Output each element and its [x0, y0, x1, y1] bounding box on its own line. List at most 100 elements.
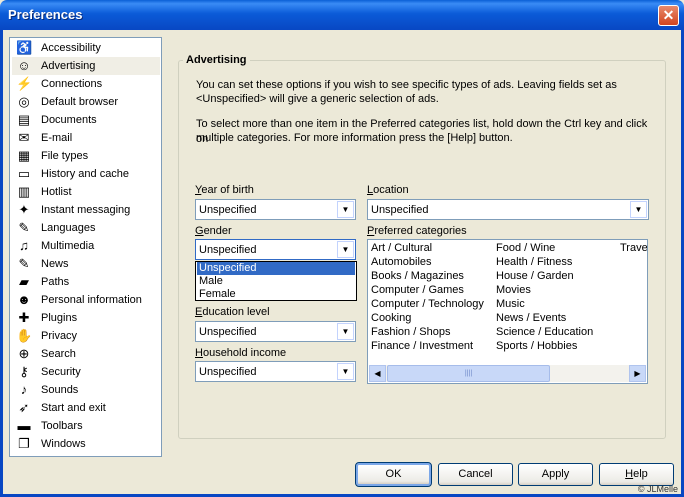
sidebar-item-advertising[interactable]: ☺ Advertising — [12, 57, 160, 75]
sidebar-item-toolbars[interactable]: ▬ Toolbars — [12, 417, 160, 435]
person-icon: ☻ — [17, 292, 31, 307]
sidebar-item-sounds[interactable]: ♪ Sounds — [12, 381, 160, 399]
category-item[interactable]: Art / Cultural — [371, 242, 432, 254]
accessibility-icon: ♿ — [16, 40, 33, 55]
category-item[interactable]: Food / Wine — [496, 242, 555, 254]
sidebar-item-windows[interactable]: ❐ Windows — [12, 435, 160, 453]
category-item[interactable]: Health / Fitness — [496, 256, 572, 268]
year-of-birth-select[interactable]: Unspecified ▼ — [195, 199, 356, 220]
sidebar-item-label: Languages — [41, 222, 96, 234]
sidebar-item-label: Paths — [41, 276, 70, 288]
category-item[interactable]: House / Garden — [496, 270, 574, 282]
sidebar-item-paths[interactable]: ▰ Paths — [12, 273, 160, 291]
documents-icon: ▤ — [17, 112, 31, 127]
messaging-icon: ✦ — [18, 202, 30, 217]
sidebar-item-e-mail[interactable]: ✉ E-mail — [12, 129, 160, 147]
sidebar-item-instant-messaging[interactable]: ✦ Instant messaging — [12, 201, 160, 219]
education-level-value: Unspecified — [199, 326, 257, 338]
chevron-down-icon[interactable]: ▼ — [337, 241, 354, 258]
intro-text-line1: You can set these options if you wish to… — [196, 79, 617, 91]
sidebar-item-label: History and cache — [41, 168, 130, 180]
category-item[interactable]: Fashion / Shops — [371, 326, 451, 338]
location-select[interactable]: Unspecified ▼ — [367, 199, 649, 220]
chevron-down-icon[interactable]: ▼ — [337, 363, 354, 380]
gender-option-female[interactable]: Female — [197, 288, 355, 301]
preferred-categories-list[interactable]: ◀ |||| ▶ Art / Cultural Automobiles Books … — [367, 239, 648, 384]
sidebar-item-label: Windows — [41, 438, 86, 450]
sidebar-item-history-and-cache[interactable]: ▭ History and cache — [12, 165, 160, 183]
sidebar-item-file-types[interactable]: ▦ File types — [12, 147, 160, 165]
year-of-birth-label: Year of birth — [195, 184, 254, 196]
close-button[interactable]: ✕ — [658, 5, 679, 26]
chevron-down-icon[interactable]: ▼ — [337, 201, 354, 218]
category-item[interactable]: Science / Education — [496, 326, 593, 338]
gender-option-unspecified[interactable]: Unspecified — [197, 262, 355, 275]
sidebar-item-label: Documents — [41, 114, 97, 126]
category-item[interactable]: Computer / Technology — [371, 298, 484, 310]
category-item[interactable]: Automobiles — [371, 256, 432, 268]
sidebar-item-languages[interactable]: ✎ Languages — [12, 219, 160, 237]
gender-dropdown-list[interactable]: Unspecified Male Female — [195, 261, 357, 301]
copyright-text: © JLMelle — [637, 484, 678, 494]
toolbars-icon: ▬ — [17, 418, 31, 433]
gender-option-male[interactable]: Male — [197, 275, 355, 288]
cancel-button[interactable]: Cancel — [438, 463, 513, 486]
folder-icon: ▰ — [19, 274, 29, 289]
news-icon: ✎ — [18, 256, 30, 271]
gender-label: Gender — [195, 225, 232, 237]
category-item[interactable]: Sports / Hobbies — [496, 340, 577, 352]
start-exit-icon: ➶ — [18, 400, 30, 415]
category-item[interactable]: News / Events — [496, 312, 566, 324]
sidebar-item-label: Personal information — [41, 294, 142, 306]
sidebar-item-news[interactable]: ✎ News — [12, 255, 160, 273]
horizontal-scrollbar[interactable]: ◀ |||| ▶ — [369, 365, 646, 382]
category-item[interactable]: Trave — [620, 242, 647, 254]
category-item[interactable]: Movies — [496, 284, 531, 296]
household-income-select[interactable]: Unspecified ▼ — [195, 361, 356, 382]
sidebar-item-plugins[interactable]: ✚ Plugins — [12, 309, 160, 327]
gender-select[interactable]: Unspecified ▼ — [195, 239, 356, 260]
sidebar-item-default-browser[interactable]: ◎ Default browser — [12, 93, 160, 111]
sidebar-item-security[interactable]: ⚷ Security — [12, 363, 160, 381]
category-item[interactable]: Cooking — [371, 312, 411, 324]
smiley-icon: ☺ — [17, 58, 31, 73]
sidebar-item-label: E-mail — [41, 132, 73, 144]
key-icon: ⚷ — [19, 364, 29, 379]
apply-button[interactable]: Apply — [518, 463, 593, 486]
windows-icon: ❐ — [18, 436, 30, 451]
category-item[interactable]: Finance / Investment — [371, 340, 473, 352]
education-level-select[interactable]: Unspecified ▼ — [195, 321, 356, 342]
cache-icon: ▭ — [17, 166, 31, 181]
sidebar-item-search[interactable]: ⊕ Search — [12, 345, 160, 363]
group-title: Advertising — [183, 54, 250, 66]
sidebar-item-privacy[interactable]: ✋ Privacy — [12, 327, 160, 345]
sidebar-item-documents[interactable]: ▤ Documents — [12, 111, 160, 129]
window-title: Preferences — [8, 7, 83, 22]
scrollbar-thumb[interactable]: |||| — [387, 365, 550, 382]
help-button[interactable]: Help — [599, 463, 674, 486]
sidebar-item-accessibility[interactable]: ♿ Accessibility — [12, 39, 160, 57]
chevron-down-icon[interactable]: ▼ — [337, 323, 354, 340]
sidebar-item-hotlist[interactable]: ▥ Hotlist — [12, 183, 160, 201]
title-bar[interactable]: Preferences ✕ — [0, 0, 684, 30]
sidebar-item-multimedia[interactable]: ♫ Multimedia — [12, 237, 160, 255]
file-types-icon: ▦ — [17, 148, 31, 163]
ok-button[interactable]: OK — [355, 462, 432, 487]
sidebar-item-label: Plugins — [41, 312, 78, 324]
preferences-sidebar[interactable]: ♿ Accessibility ☺ Advertising ⚡ Connections ◎ D… — [9, 37, 162, 457]
category-item[interactable]: Books / Magazines — [371, 270, 464, 282]
sidebar-item-label: Start and exit — [41, 402, 106, 414]
plug-icon: ⚡ — [16, 76, 33, 91]
chevron-down-icon[interactable]: ▼ — [630, 201, 647, 218]
category-item[interactable]: Music — [496, 298, 525, 310]
sidebar-item-connections[interactable]: ⚡ Connections — [12, 75, 160, 93]
scroll-right-icon[interactable]: ▶ — [629, 365, 646, 382]
sidebar-item-personal-information[interactable]: ☻ Personal information — [12, 291, 160, 309]
sidebar-item-start-and-exit[interactable]: ➶ Start and exit — [12, 399, 160, 417]
sidebar-item-label: News — [41, 258, 69, 270]
category-item[interactable]: Computer / Games — [371, 284, 464, 296]
education-level-label: Education level — [195, 306, 270, 318]
sidebar-item-label: Toolbars — [41, 420, 83, 432]
multimedia-icon: ♫ — [19, 238, 29, 253]
scroll-left-icon[interactable]: ◀ — [369, 365, 386, 382]
